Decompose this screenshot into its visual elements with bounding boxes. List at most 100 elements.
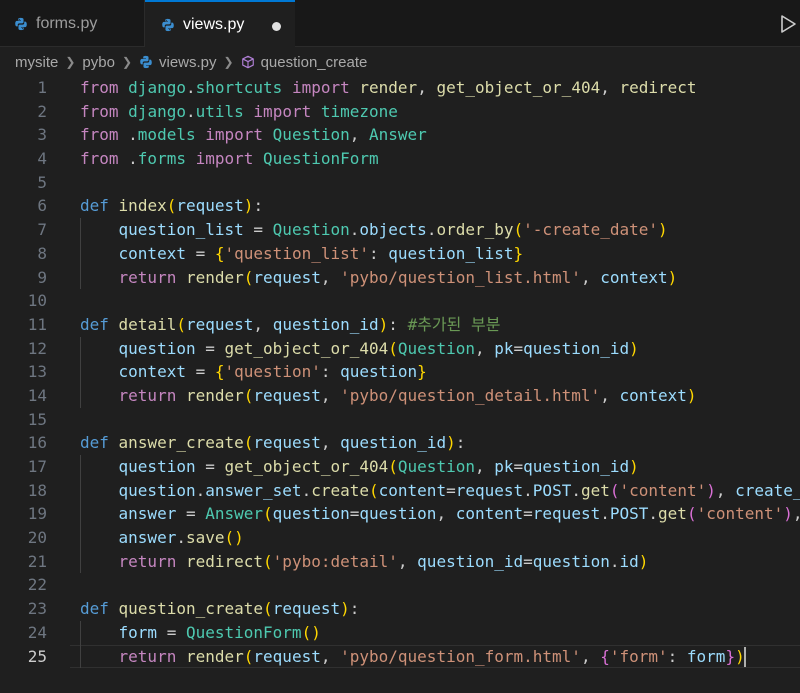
chevron-right-icon: ❯ [65,55,76,69]
code-token: ( [176,314,186,334]
code-text[interactable]: context = {'question': question} [80,360,427,384]
code-line[interactable]: 10 [0,289,800,313]
breadcrumb-item-symbol[interactable]: question_create [261,54,368,71]
line-number[interactable]: 17 [0,455,47,479]
line-number[interactable]: 11 [0,313,47,337]
tab-label: forms.py [36,14,98,32]
line-number[interactable]: 9 [0,266,47,290]
code-token: def [80,196,109,216]
code-token: question_id [417,551,524,571]
code-token: ) [446,433,456,453]
code-line[interactable]: 11 def detail(request, question_id): #추가된… [0,313,800,337]
code-token: get_object_or_404 [224,338,389,358]
code-text[interactable]: form = QuestionForm() [80,621,321,645]
line-number[interactable]: 16 [0,431,47,455]
code-token: = [513,338,524,358]
line-number[interactable]: 2 [0,100,47,124]
code-line[interactable]: 12 question = get_object_or_404(Question… [0,336,800,361]
code-text[interactable]: def detail(request, question_id): #추가된 부… [80,313,500,337]
code-text[interactable]: from .models import Question, Answer [80,123,427,147]
code-token: , [253,314,273,334]
code-text[interactable]: question_list = Question.objects.order_b… [80,218,668,242]
code-line[interactable]: 15 [0,408,800,432]
line-number[interactable]: 10 [0,289,47,313]
code-line[interactable]: 22 [0,573,800,597]
line-number[interactable]: 7 [0,218,47,242]
line-number[interactable]: 1 [0,76,47,100]
code-line[interactable]: 4 from .forms import QuestionForm [0,147,800,171]
code-text[interactable]: def question_create(request): [80,597,359,621]
code-line[interactable]: 1 from django.shortcuts import render, ge… [0,76,800,100]
code-text[interactable]: question = get_object_or_404(Question, p… [80,337,639,361]
code-text[interactable]: def answer_create(request, question_id): [80,431,465,455]
line-number[interactable]: 5 [0,171,47,195]
line-number[interactable]: 14 [0,384,47,408]
code-line[interactable]: 3 from .models import Question, Answer [0,123,800,147]
line-number[interactable]: 13 [0,360,47,384]
code-text[interactable]: from django.utils import timezone [80,100,398,124]
unsaved-changes-icon[interactable] [272,22,281,31]
line-number[interactable]: 3 [0,123,47,147]
code-text[interactable]: answer.save() [80,526,244,550]
code-text[interactable]: return redirect('pybo:detail', question_… [80,550,649,574]
code-token: ( [686,504,697,524]
code-text[interactable]: return render(request, 'pybo/question_de… [80,384,697,408]
code-line[interactable]: 14 return render(request, 'pybo/question… [0,383,800,408]
code-token: question [359,504,437,524]
code-line[interactable]: 17 question = get_object_or_404(Question… [0,455,800,479]
code-text[interactable]: from .forms import QuestionForm [80,147,379,171]
line-number[interactable]: 23 [0,597,47,621]
line-number[interactable]: 21 [0,550,47,574]
code-text[interactable]: return render(request, 'pybo/question_li… [80,266,678,290]
code-text[interactable]: context = {'question_list': question_lis… [80,242,524,266]
tab-views-py[interactable]: views.py [145,0,295,48]
line-number[interactable]: 6 [0,194,47,218]
code-line[interactable]: 13 context = {'question': question} [0,360,800,384]
text-cursor [743,647,746,667]
line-number[interactable]: 20 [0,526,47,550]
code-token: Question [272,220,350,240]
code-text[interactable]: def index(request): [80,194,263,218]
run-icon[interactable] [778,13,800,35]
code-line[interactable]: 5 [0,171,800,195]
breadcrumb-item-pybo[interactable]: pybo [82,54,115,71]
code-line[interactable]: 21 return redirect('pybo:detail', questi… [0,549,800,574]
line-number[interactable]: 18 [0,479,47,503]
line-number[interactable]: 15 [0,408,47,432]
code-line[interactable]: 20 answer.save() [0,526,800,550]
code-line[interactable]: 24 form = QuestionForm() [0,620,800,645]
code-token: = [195,338,225,358]
code-line[interactable]: 16 def answer_create(request, question_id… [0,431,800,455]
code-token: . [571,480,581,500]
tab-forms-py[interactable]: forms.py [0,0,145,47]
code-editor[interactable]: 1 from django.shortcuts import render, ge… [0,76,800,669]
line-number[interactable]: 24 [0,621,47,645]
breadcrumb-item-file[interactable]: views.py [159,54,217,71]
code-line[interactable]: 9 return render(request, 'pybo/question_… [0,265,800,290]
code-token: 'question_list' [224,243,370,263]
code-line[interactable]: 25 return render(request, 'pybo/question… [0,644,800,669]
code-line[interactable]: 8 context = {'question_list': question_l… [0,241,800,266]
code-text[interactable]: from django.shortcuts import render, get… [80,76,697,100]
line-number[interactable]: 25 [0,645,47,669]
line-number[interactable]: 8 [0,242,47,266]
code-token: utils [195,101,244,121]
code-text[interactable]: answer = Answer(question=question, conte… [80,502,800,526]
code-text[interactable]: return render(request, 'pybo/question_fo… [80,645,746,669]
code-line[interactable]: 2 from django.utils import timezone [0,100,800,124]
code-text[interactable]: question = get_object_or_404(Question, p… [80,455,639,479]
code-line[interactable]: 23 def question_create(request): [0,597,800,621]
line-number[interactable]: 19 [0,502,47,526]
code-line[interactable]: 6 def index(request): [0,194,800,218]
line-number[interactable]: 12 [0,337,47,361]
code-token: ) [378,314,389,334]
code-text[interactable]: question.answer_set.create(content=reque… [80,479,800,503]
code-line[interactable]: 7 question_list = Question.objects.order… [0,218,800,242]
line-number[interactable]: 4 [0,147,47,171]
line-number[interactable]: 22 [0,573,47,597]
breadcrumb-item-mysite[interactable]: mysite [15,54,58,71]
code-line[interactable]: 19 answer = Answer(question=question, co… [0,502,800,527]
code-line[interactable]: 18 question.answer_set.create(content=re… [0,478,800,503]
